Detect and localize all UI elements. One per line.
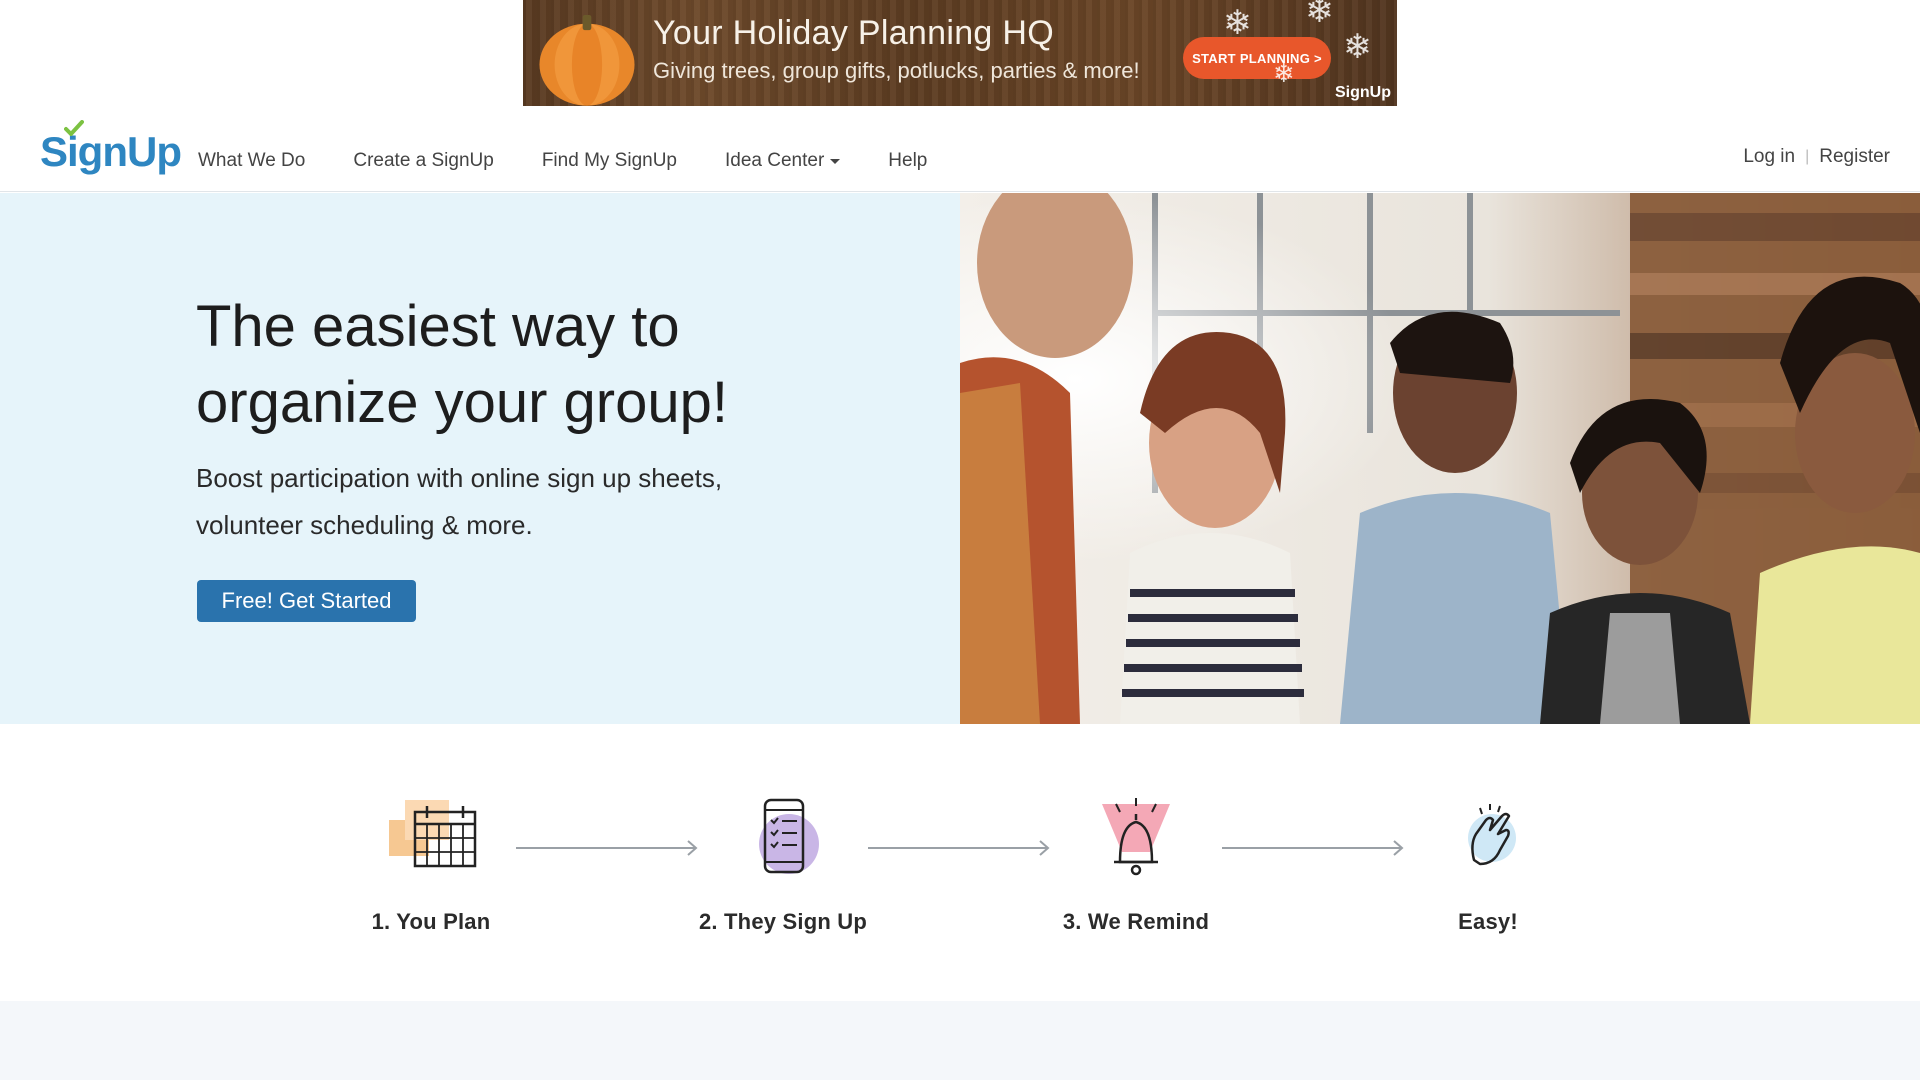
finger-snap-icon: [1468, 804, 1516, 866]
hero-section: The easiest way to organize your group! …: [0, 193, 1920, 724]
ad-banner-row: Your Holiday Planning HQ Giving trees, g…: [0, 0, 1920, 106]
hero-text-panel: The easiest way to organize your group! …: [0, 193, 960, 724]
arrow-right-icon: [1222, 840, 1404, 856]
nav-find-my-signup[interactable]: Find My SignUp: [542, 150, 677, 172]
ad-logo: SignUp: [1335, 84, 1391, 101]
ad-start-planning-button[interactable]: START PLANNING >: [1183, 37, 1331, 79]
top-navigation: SignUp What We Do Create a SignUp Find M…: [0, 106, 1920, 192]
pumpkin-icon: [539, 14, 635, 106]
step-we-remind: 3. We Remind: [1036, 790, 1236, 935]
arrow-right-icon: [868, 840, 1050, 856]
step-label: Easy!: [1458, 909, 1518, 934]
hero-title: The easiest way to organize your group!: [196, 294, 728, 435]
step-label: 3. We Remind: [1062, 909, 1210, 934]
bell-icon: [1102, 798, 1170, 876]
snowflake-icon: ❄: [1343, 28, 1372, 66]
ad-banner[interactable]: Your Holiday Planning HQ Giving trees, g…: [523, 0, 1397, 106]
chevron-down-icon: [830, 158, 841, 164]
auth-links: Log in | Register: [1743, 146, 1890, 168]
nav-create-signup[interactable]: Create a SignUp: [353, 150, 493, 172]
step-label: 1. You Plan: [371, 909, 491, 934]
hero-group-photo: [960, 193, 1920, 724]
nav-help[interactable]: Help: [888, 150, 927, 172]
hero-photo-illustration: [960, 193, 1920, 724]
nav-links: What We Do Create a SignUp Find My SignU…: [198, 150, 927, 172]
signup-logo[interactable]: SignUp: [40, 120, 182, 176]
arrow-right-icon: [516, 840, 698, 856]
step-you-plan: 1. You Plan: [331, 790, 531, 935]
phone-checklist-icon: [759, 798, 819, 874]
snowflake-icon: ❄: [1273, 58, 1295, 88]
hero-subtitle: Boost participation with online sign up …: [196, 463, 723, 540]
auth-separator: |: [1805, 148, 1810, 165]
logo-text: SignUp: [40, 128, 182, 175]
nav-idea-center[interactable]: Idea Center: [725, 150, 841, 172]
login-link[interactable]: Log in: [1743, 146, 1795, 168]
snowflake-icon: ❄: [1223, 4, 1252, 42]
snowflake-icon: ❄: [1305, 0, 1334, 30]
get-started-button[interactable]: Free! Get Started: [197, 580, 416, 622]
checkmark-icon: [64, 120, 84, 136]
step-easy: Easy!: [1388, 790, 1588, 935]
ad-subtitle: Giving trees, group gifts, potlucks, par…: [653, 58, 1140, 83]
nav-idea-center-label: Idea Center: [725, 150, 825, 171]
nav-what-we-do[interactable]: What We Do: [198, 150, 305, 172]
step-they-sign-up: 2. They Sign Up: [683, 790, 883, 935]
ad-title: Your Holiday Planning HQ: [653, 14, 1054, 52]
register-link[interactable]: Register: [1819, 146, 1890, 168]
categories-strip: [0, 1001, 1920, 1080]
step-label: 2. They Sign Up: [698, 909, 868, 934]
calendar-icon: [389, 800, 477, 868]
how-it-works: 1. You Plan 2. They Sign Up 3. We Remind…: [0, 724, 1920, 1001]
